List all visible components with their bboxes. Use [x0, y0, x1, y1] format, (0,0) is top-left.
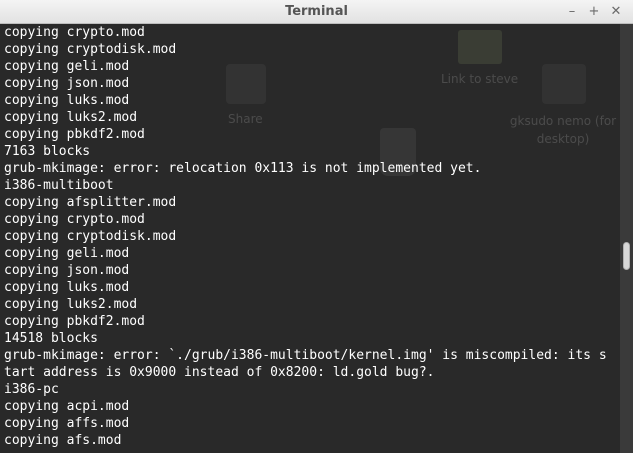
terminal-line: copying pbkdf2.mod — [4, 314, 145, 329]
scrollbar-thumb[interactable] — [623, 242, 630, 270]
terminal-text: copying crypto.mod copying cryptodisk.mod… — [4, 24, 620, 449]
terminal-line: copying luks.mod — [4, 93, 130, 108]
minimize-button[interactable]: – — [563, 3, 581, 20]
terminal-line: copying luks2.mod — [4, 297, 138, 312]
terminal-line: copying affs.mod — [4, 416, 130, 431]
terminal-line: copying afs.mod — [4, 433, 122, 448]
terminal-line: copying crypto.mod — [4, 212, 145, 227]
terminal-line: copying acpi.mod — [4, 399, 130, 414]
terminal-line: 14518 blocks — [4, 331, 98, 346]
terminal-line: copying cryptodisk.mod — [4, 229, 177, 244]
terminal-line: copying cryptodisk.mod — [4, 42, 177, 57]
terminal-line: grub-mkimage: error: relocation 0x113 is… — [4, 161, 482, 176]
maximize-button[interactable]: + — [585, 3, 603, 20]
terminal-line: grub-mkimage: error: `./grub/i386-multib… — [4, 348, 607, 363]
terminal-line: copying crypto.mod — [4, 25, 145, 40]
terminal-line: i386-multiboot — [4, 178, 114, 193]
title-bar[interactable]: Terminal – + ✕ — [0, 0, 633, 24]
terminal-line: 7163 blocks — [4, 144, 91, 159]
terminal-line: copying luks2.mod — [4, 110, 138, 125]
terminal-line: i386-pc — [4, 382, 59, 397]
terminal-line: copying json.mod — [4, 76, 130, 91]
terminal-line: copying geli.mod — [4, 59, 130, 74]
terminal-line: tart address is 0x9000 instead of 0x8200… — [4, 365, 435, 380]
close-button[interactable]: ✕ — [607, 3, 625, 20]
vertical-scrollbar[interactable] — [620, 24, 633, 453]
terminal-line: copying json.mod — [4, 263, 130, 278]
terminal-line: copying afsplitter.mod — [4, 195, 177, 210]
terminal-line: copying luks.mod — [4, 280, 130, 295]
window-title: Terminal — [285, 4, 348, 19]
terminal-output-area[interactable]: Link to steve Share gksudo nemo (for des… — [0, 24, 620, 453]
terminal-line: copying geli.mod — [4, 246, 130, 261]
terminal-window: Terminal – + ✕ Link to steve Share gksud… — [0, 0, 633, 453]
terminal-line: copying pbkdf2.mod — [4, 127, 145, 142]
